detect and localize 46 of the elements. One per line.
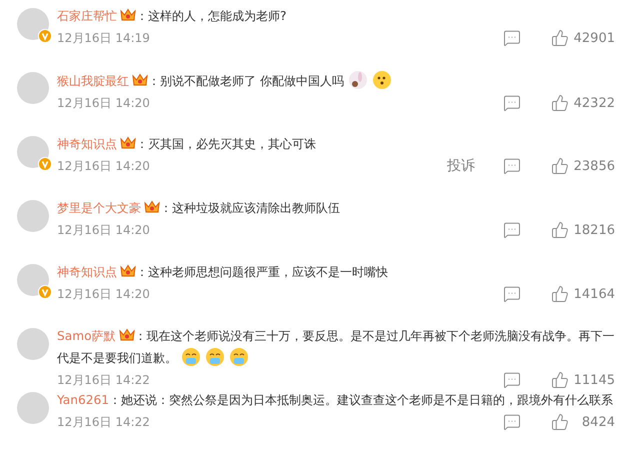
reply-icon[interactable] [503,94,521,112]
comment-text: 梦里是个大文豪 ：这种垃圾就应该清除出教师队伍 [57,199,341,217]
avatar-placeholder[interactable] [17,8,49,40]
reply-icon[interactable] [503,221,521,239]
like-count: 42322 [572,96,615,110]
user-name[interactable]: 梦里是个大文豪 [57,201,141,215]
report-link[interactable]: 投诉 [447,157,475,175]
avatar-placeholder[interactable] [17,136,49,168]
like-count: 8424 [580,414,615,430]
like-icon[interactable] [551,94,569,112]
like-count: 23856 [572,158,615,174]
reply-icon[interactable] [503,413,521,431]
comment-text: Samo萨默 ：现在这个老师说没有三十万，要反思。是不是过几年再被下个老师洗脑没有战争。再下一代是不是要我们道歉。 [57,327,615,369]
user-name[interactable]: 猴山我腚最红 [57,74,129,88]
comment-text: 石家庄帮忙 ：这样的人，怎能成为老师? [57,7,288,25]
reply-icon[interactable] [503,29,521,47]
comment-time: 12月16日 14:20 [57,286,151,302]
like-icon[interactable] [551,221,569,239]
comment-time: 12月16日 14:20 [57,158,151,174]
like-icon[interactable] [551,413,569,431]
comment-text: 神奇知识点 ：灭其国，必先灭其史，其心可诛 [57,135,317,153]
user-name[interactable]: Samo萨默 [57,329,116,343]
like-count: 11145 [572,372,615,388]
user-name[interactable]: 神奇知识点 [57,265,117,279]
user-name[interactable]: 石家庄帮忙 [57,9,117,23]
comment-text: Yan6261：她还说：突然公祭是因为日本抵制奥运。建议查查这个老师是不是日籍的，跟境外有什么联系 [57,392,614,409]
comment-time: 12月16日 14:20 [57,94,151,112]
like-icon[interactable] [551,29,569,47]
like-icon[interactable] [551,371,569,389]
user-name[interactable]: 神奇知识点 [57,137,117,151]
user-name[interactable]: Yan6261 [57,393,109,407]
reply-icon[interactable] [503,285,521,303]
comment-time: 12月16日 14:19 [57,30,151,46]
like-icon[interactable] [551,285,569,303]
like-count: 18216 [572,222,615,238]
comment-time: 12月16日 14:22 [57,372,151,388]
reply-icon[interactable] [503,371,521,389]
like-count: 14164 [572,286,615,302]
like-count: 42901 [572,30,615,46]
comment-text: 神奇知识点 ：这种老师思想问题很严重，应该不是一时嘴快 [57,263,389,281]
comment-time: 12月16日 14:22 [57,414,151,430]
like-icon[interactable] [551,157,569,175]
comment-text: 猴山我腚最红 ：别说不配做老师了 你配做中国人吗 [57,70,615,92]
comment-time: 12月16日 14:20 [57,222,151,238]
reply-icon[interactable] [503,157,521,175]
avatar-placeholder[interactable] [17,264,49,296]
